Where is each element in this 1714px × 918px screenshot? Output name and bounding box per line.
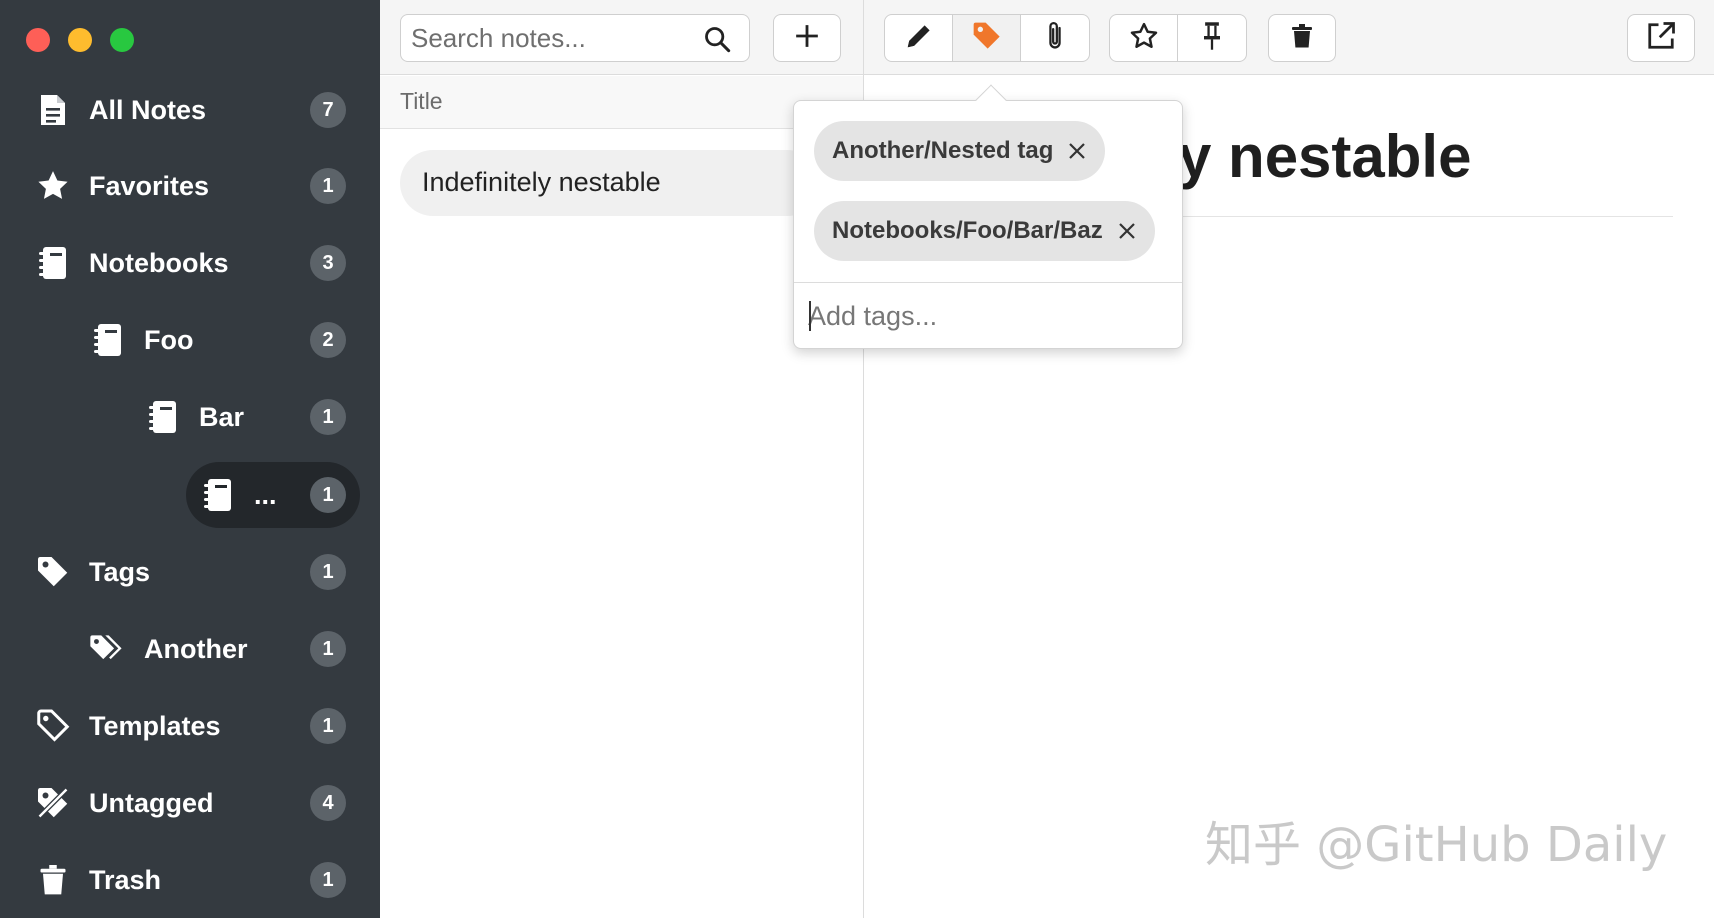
popover-arrow bbox=[975, 84, 1007, 116]
sidebar: All Notes 7 Favorites 1 Notebooks 3 Foo … bbox=[0, 0, 380, 918]
search-box bbox=[400, 14, 750, 62]
trash-icon bbox=[33, 860, 73, 900]
trash-icon bbox=[1290, 22, 1314, 55]
count-badge: 1 bbox=[310, 399, 346, 435]
sidebar-item-tags[interactable]: Tags 1 bbox=[0, 539, 380, 605]
attachment-button[interactable] bbox=[1021, 15, 1089, 61]
open-external-button[interactable] bbox=[1627, 14, 1695, 62]
sidebar-item-favorites[interactable]: Favorites 1 bbox=[0, 153, 380, 219]
template-icon bbox=[33, 706, 73, 746]
text-caret bbox=[809, 301, 811, 331]
sidebar-item-bar[interactable]: Bar 1 bbox=[0, 384, 380, 450]
notebook-icon bbox=[143, 397, 183, 437]
count-badge: 1 bbox=[310, 862, 346, 898]
title-divider bbox=[1178, 216, 1673, 217]
plus-icon bbox=[794, 23, 820, 54]
zoom-window-button[interactable] bbox=[110, 28, 134, 52]
editor-title[interactable]: y nestable bbox=[1178, 122, 1471, 191]
search-input[interactable] bbox=[411, 19, 691, 57]
sidebar-item-templates[interactable]: Templates 1 bbox=[0, 693, 380, 759]
sidebar-item-label: Trash bbox=[89, 864, 162, 895]
sidebar-item-label: Templates bbox=[89, 710, 221, 741]
paperclip-icon bbox=[1042, 20, 1068, 57]
note-flags-group bbox=[1109, 14, 1247, 62]
search-icon[interactable] bbox=[703, 25, 731, 58]
sidebar-item-label: Another bbox=[144, 633, 248, 664]
tag-chip[interactable]: Another/Nested tag bbox=[814, 121, 1106, 181]
note-title: Indefinitely nestable bbox=[422, 167, 661, 197]
count-badge: 2 bbox=[310, 322, 346, 358]
sidebar-item-label: Foo bbox=[144, 324, 194, 355]
minimize-window-button[interactable] bbox=[68, 28, 92, 52]
favorite-button[interactable] bbox=[1110, 15, 1178, 61]
sidebar-item-notebooks[interactable]: Notebooks 3 bbox=[0, 230, 380, 296]
sidebar-item-foo[interactable]: Foo 2 bbox=[0, 307, 380, 373]
pin-icon bbox=[1198, 20, 1226, 57]
count-badge: 1 bbox=[310, 631, 346, 667]
sidebar-item-label: Untagged bbox=[89, 787, 214, 818]
notebook-icon bbox=[88, 320, 128, 360]
count-badge: 7 bbox=[310, 92, 346, 128]
star-icon bbox=[33, 166, 73, 206]
tag-chip-label: Another/Nested tag bbox=[832, 137, 1054, 164]
sidebar-item-label: Bar bbox=[199, 401, 245, 432]
close-icon[interactable] bbox=[1067, 141, 1087, 161]
count-badge: 3 bbox=[310, 245, 346, 281]
sidebar-item-label: All Notes bbox=[89, 94, 207, 125]
sidebar-item-label: Notebooks bbox=[89, 247, 229, 278]
count-badge: 1 bbox=[310, 168, 346, 204]
window-controls bbox=[26, 28, 134, 52]
close-icon[interactable] bbox=[1117, 221, 1137, 241]
tags-button[interactable] bbox=[953, 15, 1021, 61]
sidebar-item-another[interactable]: Another 1 bbox=[0, 616, 380, 682]
watermark: 知乎 @GitHub Daily bbox=[1205, 817, 1668, 873]
pencil-icon bbox=[904, 21, 934, 56]
pin-button[interactable] bbox=[1178, 15, 1246, 61]
count-badge: 4 bbox=[310, 785, 346, 821]
sidebar-item-label: Favorites bbox=[89, 170, 210, 201]
tag-chip[interactable]: Notebooks/Foo/Bar/Baz bbox=[814, 201, 1155, 261]
delete-button[interactable] bbox=[1268, 14, 1336, 62]
note-icon bbox=[33, 90, 73, 130]
popover-divider bbox=[794, 282, 1182, 283]
star-outline-icon bbox=[1129, 21, 1159, 56]
sidebar-item-label: Tags bbox=[89, 556, 151, 587]
tag-popover: Another/Nested tag Notebooks/Foo/Bar/Baz bbox=[793, 84, 1183, 349]
tag-chip-label: Notebooks/Foo/Bar/Baz bbox=[832, 217, 1103, 244]
count-badge: 1 bbox=[310, 554, 346, 590]
sidebar-item-label: ... bbox=[254, 479, 277, 510]
list-header[interactable]: Title bbox=[380, 76, 863, 129]
tag-icon bbox=[33, 552, 73, 592]
close-window-button[interactable] bbox=[26, 28, 50, 52]
untagged-icon bbox=[33, 783, 73, 823]
sidebar-item-all-notes[interactable]: All Notes 7 bbox=[0, 77, 380, 143]
toolbar bbox=[380, 0, 1714, 75]
sidebar-item-baz[interactable]: ... 1 bbox=[0, 462, 380, 528]
tags-icon bbox=[88, 629, 128, 669]
sidebar-item-trash[interactable]: Trash 1 bbox=[0, 847, 380, 913]
new-note-button[interactable] bbox=[773, 14, 841, 62]
external-link-icon bbox=[1646, 21, 1676, 56]
tag-icon bbox=[971, 20, 1003, 57]
note-list-item[interactable]: Indefinitely nestable bbox=[400, 150, 820, 216]
notebook-icon bbox=[33, 243, 73, 283]
notebook-icon bbox=[198, 475, 238, 515]
count-badge: 1 bbox=[310, 477, 346, 513]
list-header-title: Title bbox=[400, 88, 443, 114]
note-actions-group bbox=[884, 14, 1090, 62]
edit-button[interactable] bbox=[885, 15, 953, 61]
count-badge: 1 bbox=[310, 708, 346, 744]
sidebar-item-untagged[interactable]: Untagged 4 bbox=[0, 770, 380, 836]
add-tags-input[interactable] bbox=[808, 295, 1168, 337]
